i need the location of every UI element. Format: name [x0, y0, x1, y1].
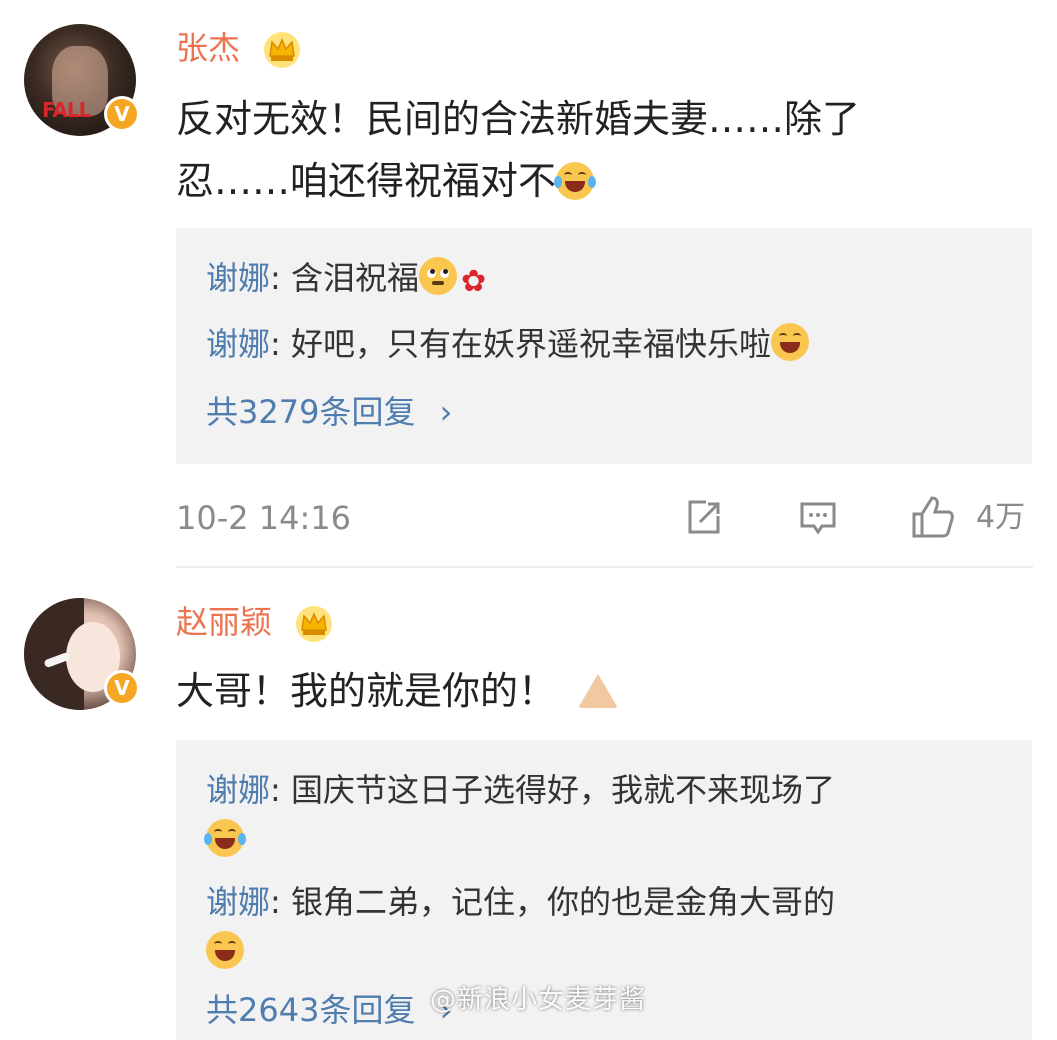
username-text: 赵丽颖 — [176, 603, 273, 641]
share-icon[interactable] — [684, 498, 724, 538]
reply-author[interactable]: 谢娜 — [206, 259, 270, 297]
reply-author[interactable]: 谢娜 — [206, 771, 270, 809]
username[interactable]: 张杰 — [176, 28, 302, 70]
reply-text: 银角二弟，记住，你的也是金角大哥的 — [290, 883, 835, 921]
comment-text-line: 反对无效！民间的合法新婚夫妻……除了 — [176, 97, 861, 141]
reply-item[interactable]: 谢娜: 国庆节这日子选得好，我就不来现场了 — [204, 768, 1006, 870]
chevron-right-icon: › — [439, 393, 453, 431]
comment-text-content: 大哥！我的就是你的！ — [176, 669, 557, 713]
reply-separator: : — [270, 325, 291, 363]
rose-icon: ✿ — [460, 264, 487, 299]
verified-badge-icon: V — [104, 96, 140, 132]
reply-author[interactable]: 谢娜 — [206, 883, 270, 921]
reply-emoji-row — [206, 924, 1006, 982]
comment-icon[interactable] — [798, 498, 838, 538]
verified-badge-icon: V — [104, 670, 140, 706]
username-text: 张杰 — [176, 29, 241, 67]
username[interactable]: 赵丽颖 — [176, 602, 334, 644]
like-icon[interactable] — [910, 494, 956, 540]
comment-item: FALL V 张杰 反对无效！民间的合法新婚夫妻……除了 忍……咱还得祝福对不 … — [0, 0, 1057, 568]
reply-box: 谢娜: 含泪祝福 ✿ 谢娜: 好吧，只有在妖界遥祝幸福快乐啦 共3279条回复 › — [176, 228, 1032, 464]
reply-item[interactable]: 谢娜: 好吧，只有在妖界遥祝幸福快乐啦 — [206, 322, 1006, 366]
crown-icon — [264, 32, 301, 68]
view-replies-link[interactable]: 共3279条回复 › — [206, 390, 452, 434]
crown-icon — [296, 606, 333, 642]
reply-emoji-row — [204, 812, 1006, 870]
pray-hands-emoji — [578, 674, 619, 708]
comment-text: 大哥！我的就是你的！ — [176, 660, 1016, 722]
grin-emoji — [770, 323, 809, 361]
laugh-cry-emoji — [204, 819, 246, 857]
reply-count: 共3279条回复 — [206, 393, 416, 431]
reply-count: 共2643条回复 — [206, 991, 416, 1029]
avatar[interactable]: V — [24, 598, 140, 710]
reply-separator: : — [270, 771, 291, 809]
reply-separator: : — [270, 883, 291, 921]
like-count: 4万 — [976, 500, 1026, 535]
comment-item: V 赵丽颖 大哥！我的就是你的！ 谢娜: 国庆节这日子选得好，我就不来现场了 谢… — [0, 568, 1057, 1040]
reply-author[interactable]: 谢娜 — [206, 325, 270, 363]
grin-emoji — [206, 931, 244, 969]
laugh-cry-emoji — [554, 162, 597, 200]
sad-emoji — [418, 257, 457, 295]
reply-text: 含泪祝福 — [290, 259, 419, 297]
reply-item[interactable]: 谢娜: 含泪祝福 ✿ — [206, 256, 1006, 304]
reply-separator: : — [270, 259, 291, 297]
watermark: @新浪小女麦芽酱 — [430, 985, 647, 1015]
comment-text-line-2: 忍……咱还得祝福对不 — [176, 150, 1016, 212]
reply-text: 好吧，只有在妖界遥祝幸福快乐啦 — [290, 325, 771, 363]
reply-text: 国庆节这日子选得好，我就不来现场了 — [290, 771, 835, 809]
comment-text-content: 忍……咱还得祝福对不 — [176, 159, 557, 203]
view-replies-link[interactable]: 共2643条回复 › — [206, 988, 452, 1032]
timestamp: 10-2 14:16 — [176, 499, 352, 537]
reply-item[interactable]: 谢娜: 银角二弟，记住，你的也是金角大哥的 — [206, 880, 1006, 982]
comment-text: 反对无效！民间的合法新婚夫妻……除了 忍……咱还得祝福对不 — [176, 88, 1016, 212]
avatar[interactable]: FALL V — [24, 24, 140, 136]
